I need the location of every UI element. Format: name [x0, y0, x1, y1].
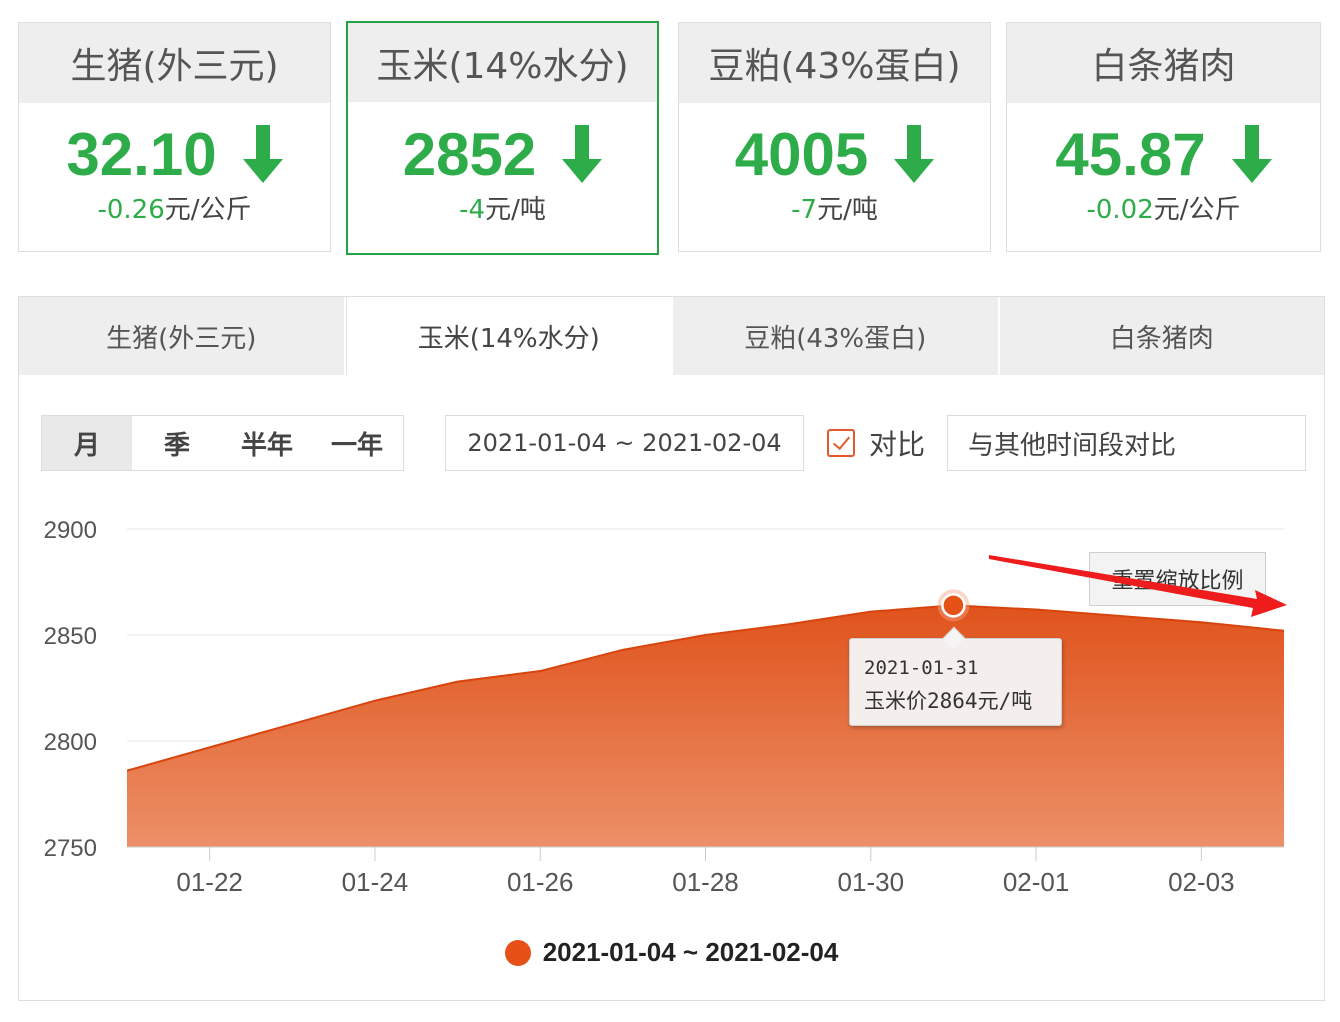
arrow-down-icon: [894, 125, 935, 183]
card-change: -0.02元/公斤: [1086, 195, 1241, 225]
chart-legend[interactable]: 2021-01-04 ~ 2021-02-04: [19, 937, 1324, 968]
price-card-pork[interactable]: 白条猪肉 45.87 -0.02元/公斤: [1006, 22, 1321, 252]
card-title: 玉米(14%水分): [348, 23, 657, 102]
card-price: 4005: [734, 120, 869, 188]
price-card-hog[interactable]: 生猪(外三元) 32.10 -0.26元/公斤: [18, 22, 331, 252]
arrow-down-icon: [242, 125, 283, 183]
x-tick-label: 01-30: [838, 867, 905, 897]
card-change: -7元/吨: [791, 195, 878, 225]
y-tick-label: 2850: [44, 623, 97, 650]
y-tick-label: 2800: [44, 729, 97, 756]
tooltip-date: 2021-01-31: [864, 657, 979, 679]
card-price: 45.87: [1055, 120, 1206, 188]
y-tick-label: 2900: [44, 517, 97, 544]
price-card-corn[interactable]: 玉米(14%水分) 2852 -4元/吨: [346, 21, 659, 255]
chart-tooltip: 2021-01-31 玉米价2864元/吨: [849, 626, 1062, 726]
arrow-down-icon: [1231, 125, 1272, 183]
card-title: 生猪(外三元): [19, 23, 330, 103]
price-cards: 生猪(外三元) 32.10 -0.26元/公斤 玉米(14%水分) 2852 -…: [18, 21, 1322, 255]
card-price: 32.10: [66, 120, 217, 188]
price-area-chart[interactable]: 2750 2800 2850 2900 01-22 01-24 01-26 01-28 01-3…: [19, 297, 1324, 1002]
x-tick-label: 01-28: [672, 867, 739, 897]
card-price: 2852: [402, 120, 537, 188]
red-arrow-annotation: [989, 555, 1287, 617]
highlight-point: [941, 593, 966, 618]
arrow-down-icon: [562, 125, 603, 183]
price-card-soymeal[interactable]: 豆粕(43%蛋白) 4005 -7元/吨: [678, 22, 991, 252]
x-tick-label: 01-22: [176, 867, 243, 897]
legend-dot: [504, 939, 531, 966]
x-tick-label: 01-26: [507, 867, 574, 897]
tooltip-value: 玉米价2864元/吨: [864, 689, 1033, 713]
card-title: 白条猪肉: [1007, 23, 1320, 103]
card-change: -4元/吨: [459, 195, 546, 225]
x-tick-label: 01-24: [342, 867, 409, 897]
series-area: [127, 605, 1284, 847]
chart-panel: 生猪(外三元) 玉米(14%水分) 豆粕(43%蛋白) 白条猪肉 月 季 半年 …: [18, 296, 1325, 1001]
x-tick-label: 02-01: [1003, 867, 1070, 897]
x-tick-label: 02-03: [1168, 867, 1235, 897]
card-title: 豆粕(43%蛋白): [679, 23, 990, 103]
y-tick-label: 2750: [44, 835, 97, 862]
legend-label: 2021-01-04 ~ 2021-02-04: [542, 937, 839, 967]
card-change: -0.26元/公斤: [97, 195, 252, 225]
